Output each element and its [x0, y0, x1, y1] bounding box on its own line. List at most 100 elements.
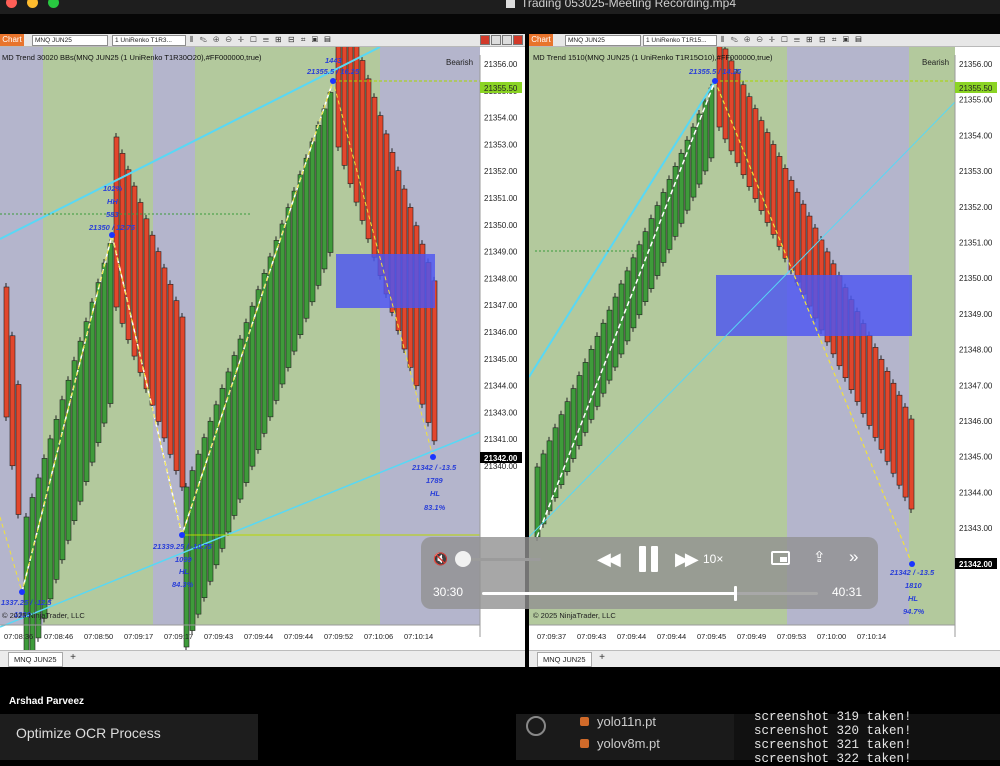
playback-scrubber[interactable]	[482, 586, 818, 601]
chart-menu-button[interactable]: Chart	[529, 34, 553, 46]
chart-toolbar: Chart MNQ JUN25 1 UniRenko T1R3... ⫴ ✎ ⊕…	[0, 34, 525, 47]
file-icon	[580, 739, 589, 748]
scrubber-progress	[482, 592, 735, 595]
minimize-window-button[interactable]	[27, 0, 38, 8]
sidebar-item[interactable]: Optimize OCR Process	[16, 725, 161, 741]
renko-bar	[776, 156, 783, 247]
price-tick-label: 21346.00	[484, 328, 518, 337]
time-tick-label: 07:09:44	[617, 632, 646, 641]
chart-tools-icons[interactable]: ⫴ ✎ ⊕ ⊖ ✛ ☐ ☰ ⊞ ⊟ ⌗ ▣ ▤	[190, 34, 333, 46]
fast-forward-icon[interactable]: ▶▶	[675, 549, 699, 569]
price-tick-label: 21351.00	[484, 194, 518, 203]
instrument-tab[interactable]: MNQ JUN25	[8, 652, 63, 667]
swing-label: HL	[430, 489, 440, 498]
airplay-icon[interactable]	[771, 551, 790, 565]
terminal-output: screenshot 319 taken! screenshot 320 tak…	[734, 710, 1000, 766]
chart-tools-icons[interactable]: ⫴ ✎ ⊕ ⊖ ✛ ☐ ☰ ⊞ ⊟ ⌗ ▣ ▤	[721, 34, 864, 46]
swing-point	[430, 454, 436, 460]
zoom-window-button[interactable]	[48, 0, 59, 8]
swing-label: 1337.25 / -12.5	[1, 598, 52, 607]
bartype-selector[interactable]: 1 UniRenko T1R3...	[112, 35, 186, 46]
copyright: © 2025 NinjaTrader, LLC	[2, 611, 85, 620]
price-tick-label: 21345.00	[959, 453, 993, 462]
swing-label: HH	[107, 197, 118, 206]
renko-bar	[908, 418, 915, 510]
renko-bar	[59, 399, 66, 561]
renko-bar	[878, 359, 885, 450]
renko-bar	[155, 251, 162, 422]
swing-point	[712, 78, 718, 84]
file-item[interactable]: yolo11n.pt	[580, 714, 656, 729]
indicator-title: MD Trend 1510(MNQ JUN25 (1 UniRenko T1R1…	[533, 53, 773, 62]
price-tick-label: 21345.00	[484, 355, 518, 364]
price-tick-label: 21354.00	[484, 114, 518, 123]
renko-bar	[65, 379, 72, 541]
renko-bar	[101, 262, 108, 424]
swing-label: 102%	[103, 184, 123, 193]
swing-label: HL	[179, 567, 189, 576]
instrument-selector[interactable]: MNQ JUN25	[32, 35, 108, 46]
renko-bar	[708, 87, 715, 159]
close-icon[interactable]	[480, 35, 490, 45]
swing-label: 21350 / 12.75	[88, 223, 136, 232]
add-tab-button[interactable]: +	[597, 652, 607, 664]
renko-bar	[884, 370, 891, 462]
maximize-icon[interactable]	[491, 35, 501, 45]
add-tab-button[interactable]: +	[68, 652, 78, 664]
instrument-selector[interactable]: MNQ JUN25	[565, 35, 641, 46]
renko-bar	[782, 168, 789, 259]
close-window-button[interactable]	[6, 0, 17, 8]
playback-speed[interactable]: 10×	[703, 552, 723, 566]
window-controls[interactable]	[479, 35, 523, 45]
renko-bar	[740, 84, 747, 176]
bartype-selector[interactable]: 1 UniRenko T1R15...	[643, 35, 717, 46]
renko-bar	[47, 438, 54, 600]
share-icon[interactable]: ⇪	[813, 548, 826, 566]
scrubber-handle[interactable]	[734, 586, 737, 601]
trend-label: Bearish	[446, 58, 473, 67]
instrument-tab-bar: MNQ JUN25 +	[529, 650, 1000, 667]
volume-knob[interactable]	[455, 551, 471, 567]
renko-bar	[654, 205, 661, 276]
close-icon[interactable]	[513, 35, 523, 45]
time-tick-label: 07:10:00	[817, 632, 846, 641]
renko-bar	[359, 60, 366, 221]
restore-icon[interactable]	[502, 35, 512, 45]
time-tick-label: 07:10:06	[364, 632, 393, 641]
time-tick-label: 07:09:37	[537, 632, 566, 641]
swing-label: 21339.25 / -10.75	[152, 542, 213, 551]
video-player-controls[interactable]: 🔇 ◀◀ ▶▶ 10× ⇪ » 30:30 40:31	[421, 537, 878, 609]
file-name: yolo11n.pt	[597, 714, 657, 729]
chart-menu-button[interactable]: Chart	[0, 34, 24, 46]
time-tick-label: 07:09:44	[244, 632, 273, 641]
renko-bar	[570, 388, 577, 459]
swing-label: 94.7%	[903, 607, 925, 616]
renko-bar	[309, 141, 316, 303]
time-tick-label: 07:09:44	[657, 632, 686, 641]
price-tick-label: 21352.00	[484, 167, 518, 176]
instrument-tab[interactable]: MNQ JUN25	[537, 652, 592, 667]
renko-bar	[764, 132, 771, 223]
renko-bar	[225, 371, 232, 533]
renko-bar	[15, 384, 22, 515]
copyright: © 2025 NinjaTrader, LLC	[533, 611, 616, 620]
document-icon	[506, 0, 515, 8]
renko-bar	[564, 401, 571, 472]
pause-icon[interactable]	[638, 544, 660, 574]
time-tick-label: 07:09:45	[697, 632, 726, 641]
rewind-icon[interactable]: ◀◀	[597, 549, 621, 569]
terminal-line: screenshot 321 taken!	[754, 738, 912, 752]
price-tick-label: 21354.00	[959, 131, 993, 140]
renko-bar	[594, 335, 601, 407]
swing-point	[330, 78, 336, 84]
file-icon	[580, 717, 589, 726]
file-name: yolov8m.pt	[597, 736, 660, 751]
more-icon[interactable]: »	[849, 547, 858, 567]
price-tick-label: 21343.00	[959, 524, 993, 533]
file-item[interactable]: yolov8m.pt	[580, 736, 660, 751]
speaker-muted-icon[interactable]: 🔇	[433, 551, 449, 567]
renko-bar	[41, 458, 48, 619]
renko-bar	[648, 218, 655, 289]
user-avatar-icon[interactable]	[526, 716, 546, 736]
renko-bar	[600, 322, 607, 394]
